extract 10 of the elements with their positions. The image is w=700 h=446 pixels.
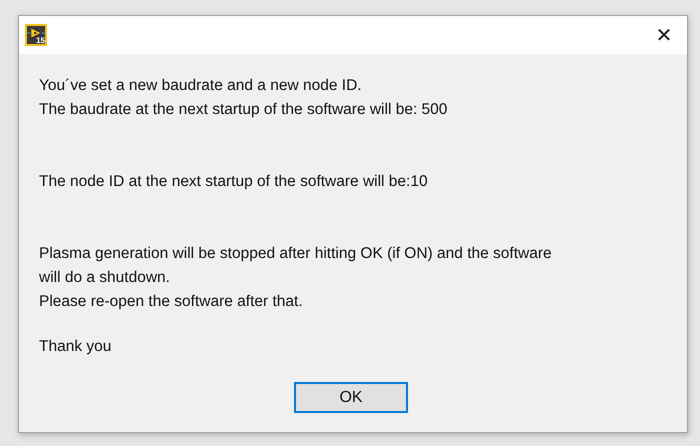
message-text: Thank you: [39, 337, 112, 357]
ok-button[interactable]: OK: [294, 382, 408, 413]
message-text: You´ve set a new baudrate and a new node ID.: [39, 76, 363, 96]
app-icon: 15: [25, 24, 47, 46]
message-text: The baudrate at the next startup of the software will be: 500: [39, 100, 448, 120]
close-button[interactable]: ✕: [641, 16, 687, 54]
message-text: Please re-open the software after that.: [39, 292, 304, 312]
message-text: The node ID at the next startup of the software will be:10: [39, 172, 429, 192]
message-text: Plasma generation will be stopped after hitting OK (if ON) and the software: [39, 244, 553, 264]
message-text: will do a shutdown.: [39, 268, 171, 288]
